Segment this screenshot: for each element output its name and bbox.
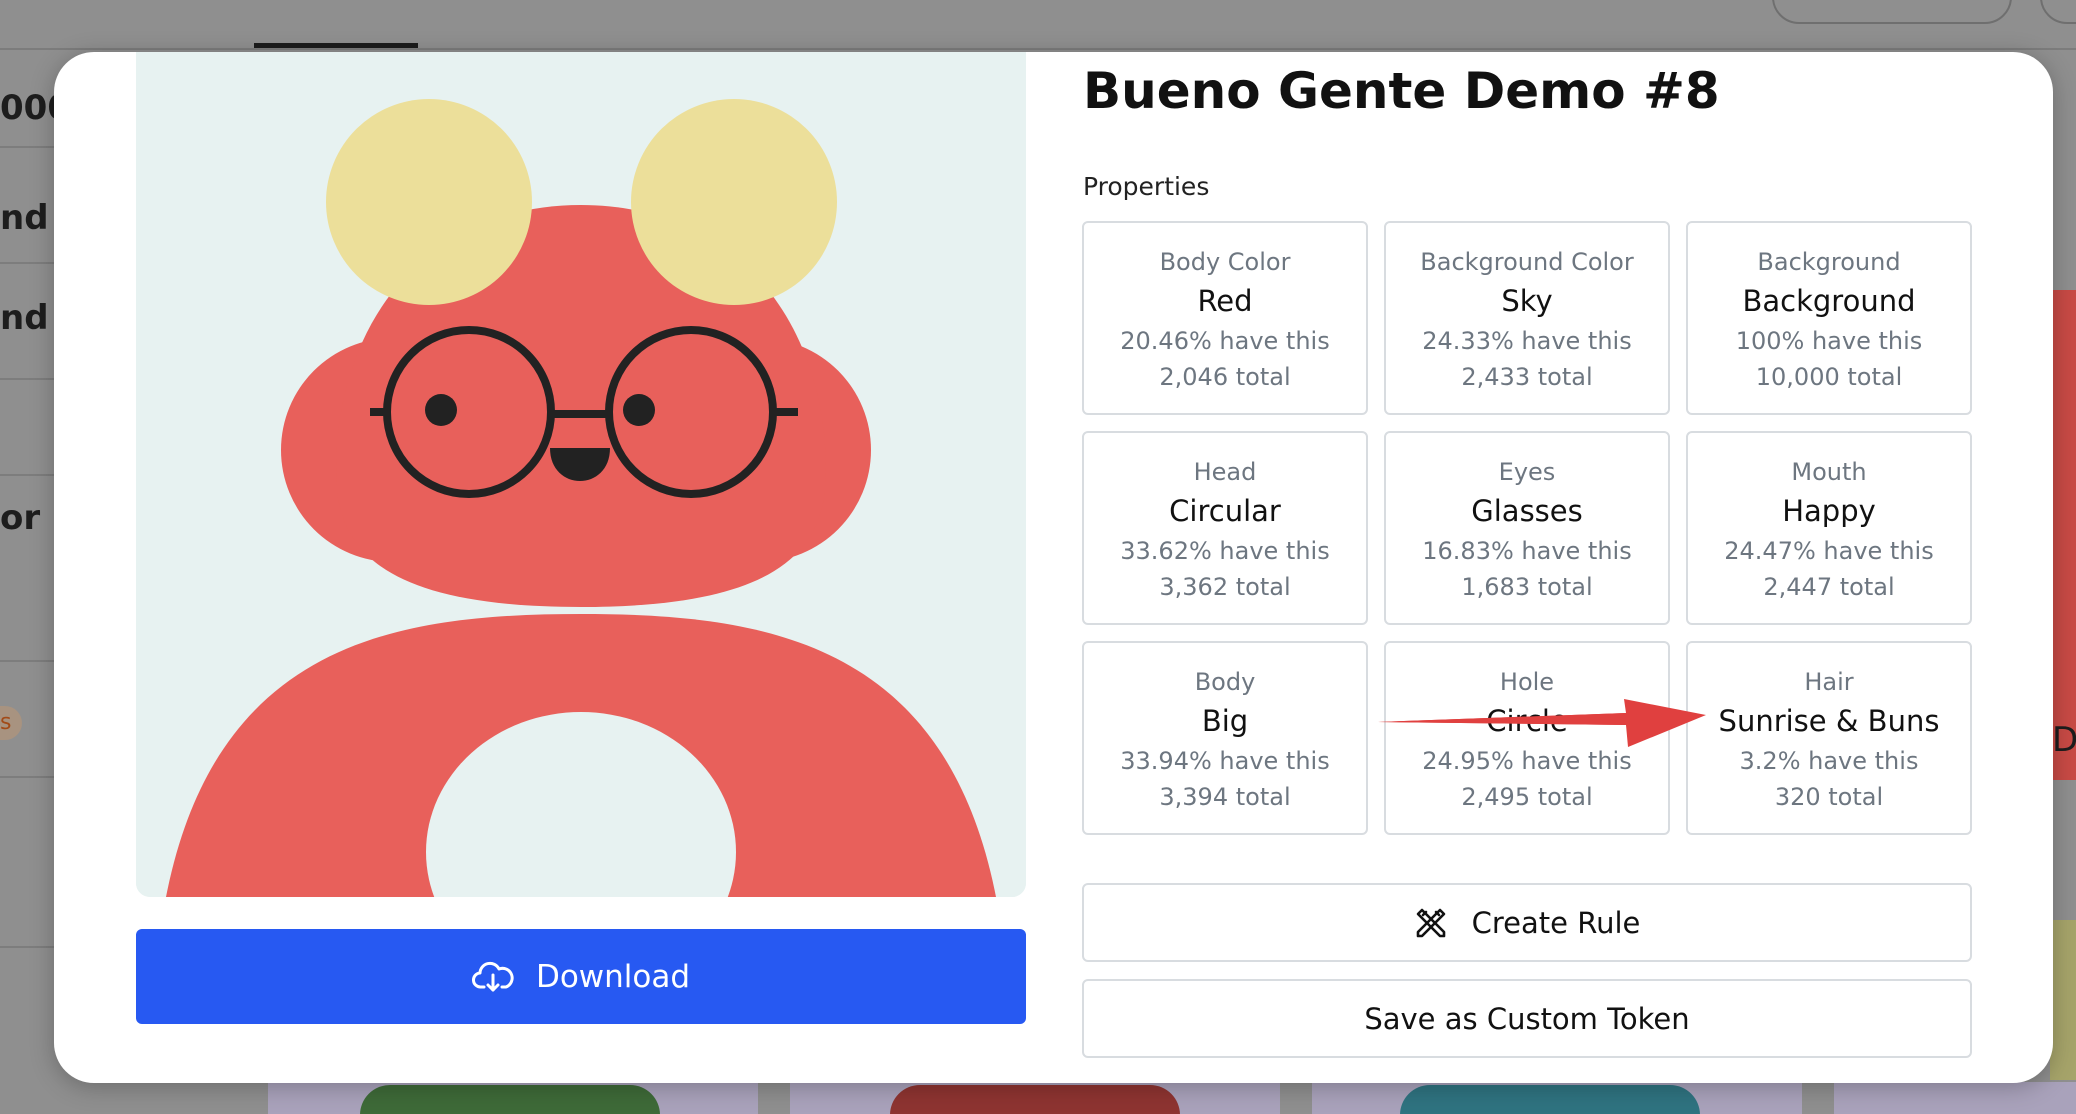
property-total: 3,362 total: [1159, 573, 1291, 601]
property-percent: 16.83% have this: [1422, 537, 1632, 565]
property-card-mouth[interactable]: Mouth Happy 24.47% have this 2,447 total: [1686, 431, 1972, 625]
background-right-text: De: [2052, 720, 2076, 760]
background-card-preview: [2050, 920, 2076, 1080]
property-category: Background: [1757, 248, 1901, 276]
property-percent: 24.47% have this: [1724, 537, 1934, 565]
property-card-eyes[interactable]: Eyes Glasses 16.83% have this 1,683 tota…: [1384, 431, 1670, 625]
property-total: 320 total: [1774, 783, 1884, 811]
token-artwork-svg: [136, 52, 1026, 897]
background-tab-line: [0, 48, 2076, 50]
create-rule-button[interactable]: Create Rule: [1082, 883, 1972, 962]
art-right-bun: [631, 99, 837, 305]
background-top-button: [1772, 0, 2012, 24]
property-value: Sky: [1501, 284, 1553, 318]
property-value: Sunrise & Buns: [1718, 704, 1940, 738]
background-divider: [0, 262, 58, 264]
save-custom-token-label: Save as Custom Token: [1364, 1001, 1690, 1036]
property-percent: 24.95% have this: [1422, 747, 1632, 775]
property-value: Happy: [1782, 494, 1876, 528]
background-tile-art: [360, 1085, 660, 1114]
property-total: 3,394 total: [1159, 783, 1291, 811]
property-category: Hair: [1804, 668, 1854, 696]
property-value: Big: [1201, 704, 1249, 738]
background-divider: [0, 776, 58, 778]
background-tile-art: [1400, 1085, 1700, 1114]
property-percent: 33.94% have this: [1120, 747, 1330, 775]
property-category: Eyes: [1498, 458, 1556, 486]
background-active-tab-indicator: [254, 43, 418, 48]
property-percent: 33.62% have this: [1120, 537, 1330, 565]
properties-grid: Body Color Red 20.46% have this 2,046 to…: [1082, 221, 1972, 835]
download-button[interactable]: Download: [136, 929, 1026, 1024]
background-top-button: [2040, 0, 2076, 24]
property-card-body[interactable]: Body Big 33.94% have this 3,394 total: [1082, 641, 1368, 835]
property-card-head[interactable]: Head Circular 33.62% have this 3,362 tot…: [1082, 431, 1368, 625]
properties-heading: Properties: [1083, 172, 1210, 201]
background-tile: [1834, 1082, 2076, 1114]
property-category: Head: [1193, 458, 1257, 486]
property-total: 10,000 total: [1755, 363, 1903, 391]
property-percent: 20.46% have this: [1120, 327, 1330, 355]
property-value: Background: [1742, 284, 1916, 318]
token-detail-modal: Download Bueno Gente Demo #8 Properties …: [54, 52, 2053, 1083]
create-rule-label: Create Rule: [1471, 905, 1641, 940]
background-tile-art: [890, 1085, 1180, 1114]
token-artwork: [136, 52, 1026, 897]
art-right-eye: [623, 394, 655, 426]
property-total: 2,447 total: [1763, 573, 1895, 601]
property-category: Background Color: [1420, 248, 1634, 276]
background-chip: s: [0, 706, 22, 740]
property-percent: 3.2% have this: [1739, 747, 1919, 775]
background-divider: [0, 474, 58, 476]
property-value: Glasses: [1471, 494, 1583, 528]
property-total: 2,046 total: [1159, 363, 1291, 391]
background-divider: [0, 946, 58, 948]
property-category: Mouth: [1791, 458, 1867, 486]
background-sidebar-text: or: [0, 498, 41, 538]
download-label: Download: [535, 958, 691, 995]
property-total: 1,683 total: [1461, 573, 1593, 601]
property-card-hair[interactable]: Hair Sunrise & Buns 3.2% have this 320 t…: [1686, 641, 1972, 835]
property-category: Hole: [1499, 668, 1555, 696]
cloud-download-icon: [471, 961, 514, 993]
property-percent: 24.33% have this: [1422, 327, 1632, 355]
background-sidebar-text: nd C: [0, 298, 58, 338]
background-card-preview: [2050, 290, 2076, 780]
property-category: Body: [1194, 668, 1256, 696]
background-divider: [0, 146, 58, 148]
property-value: Red: [1197, 284, 1253, 318]
token-title: Bueno Gente Demo #8: [1083, 62, 1720, 120]
art-left-bun: [326, 99, 532, 305]
property-total: 2,495 total: [1461, 783, 1593, 811]
property-card-hole[interactable]: Hole Circle 24.95% have this 2,495 total: [1384, 641, 1670, 835]
background-divider: [0, 660, 58, 662]
background-divider: [0, 378, 58, 380]
background-sidebar-text: 000: [0, 88, 58, 128]
property-value: Circle: [1486, 704, 1568, 738]
crossed-tools-icon: [1414, 906, 1448, 940]
property-category: Body Color: [1159, 248, 1291, 276]
property-card-body-color[interactable]: Body Color Red 20.46% have this 2,046 to…: [1082, 221, 1368, 415]
save-custom-token-button[interactable]: Save as Custom Token: [1082, 979, 1972, 1058]
background-sidebar-text: nd: [0, 198, 49, 238]
property-total: 2,433 total: [1461, 363, 1593, 391]
property-card-background[interactable]: Background Background 100% have this 10,…: [1686, 221, 1972, 415]
property-value: Circular: [1169, 494, 1281, 528]
property-percent: 100% have this: [1735, 327, 1923, 355]
art-left-eye: [425, 394, 457, 426]
property-card-background-color[interactable]: Background Color Sky 24.33% have this 2,…: [1384, 221, 1670, 415]
